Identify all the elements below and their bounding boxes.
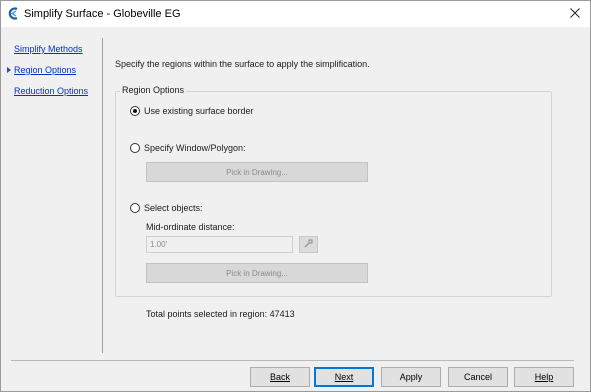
back-button-label: Back [269,372,290,382]
civil3d-app-icon [8,7,20,20]
radio-use-existing-border[interactable]: Use existing surface border [130,106,254,116]
wizard-nav: Simplify Methods Region Options Reductio… [1,27,102,353]
simplify-surface-dialog: Simplify Surface - Globeville EG Simplif… [0,0,591,392]
pick-in-drawing-button-window[interactable]: Pick in Drawing... [146,162,368,182]
mid-ordinate-label: Mid-ordinate distance: [146,222,235,232]
apply-button[interactable]: Apply [381,367,441,387]
nav-item-region-options[interactable]: Region Options [14,65,76,75]
window-title: Simplify Surface - Globeville EG [24,8,181,20]
nav-item-reduction-options[interactable]: Reduction Options [14,86,88,96]
next-button[interactable]: Next [314,367,374,387]
help-button-label: Help [534,372,554,382]
cancel-button[interactable]: Cancel [448,367,508,387]
total-points-text: Total points selected in region: 47413 [146,309,295,319]
instruction-text: Specify the regions within the surface t… [115,59,370,69]
footer-divider [11,360,574,361]
radio-button[interactable] [130,203,140,213]
mid-ordinate-distance-input[interactable]: 1.00' [146,236,293,253]
close-icon [570,8,580,20]
pick-in-drawing-button-objects[interactable]: Pick in Drawing... [146,263,368,283]
radio-select-objects[interactable]: Select objects: [130,203,203,213]
region-options-group-title: Region Options [120,85,187,95]
nav-item-simplify-methods[interactable]: Simplify Methods [14,44,83,54]
radio-button[interactable] [130,143,140,153]
next-button-label: Next [334,372,354,382]
cancel-button-label: Cancel [463,372,492,382]
current-page-arrow-icon [7,67,11,73]
pick-distance-button[interactable] [299,236,318,253]
pick-point-icon [304,239,313,250]
radio-specify-window-polygon[interactable]: Specify Window/Polygon: [130,143,246,153]
back-button[interactable]: Back [250,367,310,387]
radio-label: Use existing surface border [144,106,254,116]
title-bar: Simplify Surface - Globeville EG [1,1,590,27]
apply-button-label: Apply [399,372,423,382]
radio-button-checked[interactable] [130,106,140,116]
help-button[interactable]: Help [514,367,574,387]
nav-divider [102,38,103,353]
radio-label: Select objects: [144,203,203,213]
close-button[interactable] [560,1,590,27]
radio-label: Specify Window/Polygon: [144,143,246,153]
